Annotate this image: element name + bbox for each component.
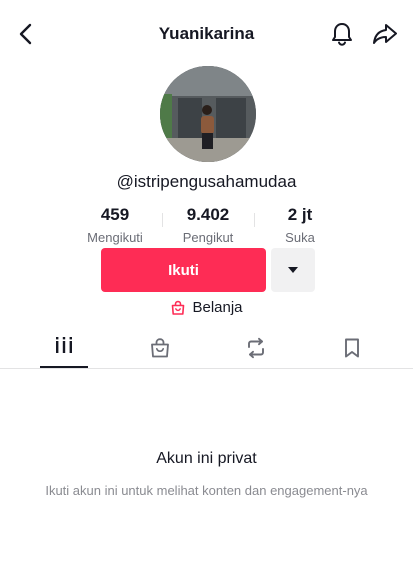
shop-label: Belanja	[192, 299, 243, 316]
bookmark-icon	[345, 338, 359, 358]
repost-icon	[248, 337, 264, 359]
share-arrow-icon	[373, 24, 397, 44]
active-tab-indicator	[40, 366, 88, 368]
private-account-title: Akun ini privat	[156, 450, 257, 467]
private-account-description: Ikuti akun ini untuk melihat konten dan …	[45, 483, 368, 498]
profile-stats: 459 Mengikuti 9.402 Pengikut 2 jt Suka	[0, 205, 413, 245]
username: @istripengusahamudaa	[116, 172, 297, 191]
shopping-bag-icon	[172, 300, 185, 315]
notification-button[interactable]	[328, 20, 356, 48]
grid-bars-icon	[56, 337, 72, 353]
bell-icon	[332, 23, 352, 46]
profile-tabs	[0, 333, 413, 369]
top-bar: Yuanikarina	[0, 0, 413, 68]
profile-photo	[160, 66, 256, 162]
share-button[interactable]	[371, 20, 399, 48]
follow-button[interactable]: Ikuti	[101, 248, 266, 292]
more-options-button[interactable]	[271, 248, 315, 292]
avatar[interactable]	[160, 66, 256, 162]
stat-likes-label: Suka	[285, 230, 315, 245]
tab-videos[interactable]	[40, 333, 88, 369]
stat-likes[interactable]: 2 jt Suka	[245, 205, 355, 245]
shopping-bag-icon	[151, 338, 169, 358]
caret-down-icon	[288, 267, 298, 273]
tab-shop[interactable]	[136, 333, 184, 369]
stat-divider	[254, 213, 255, 227]
tab-favorites[interactable]	[328, 333, 376, 369]
stat-likes-value: 2 jt	[287, 205, 313, 224]
tab-reposts[interactable]	[232, 333, 280, 369]
stat-divider	[162, 213, 163, 227]
shop-link[interactable]: Belanja	[0, 299, 413, 316]
